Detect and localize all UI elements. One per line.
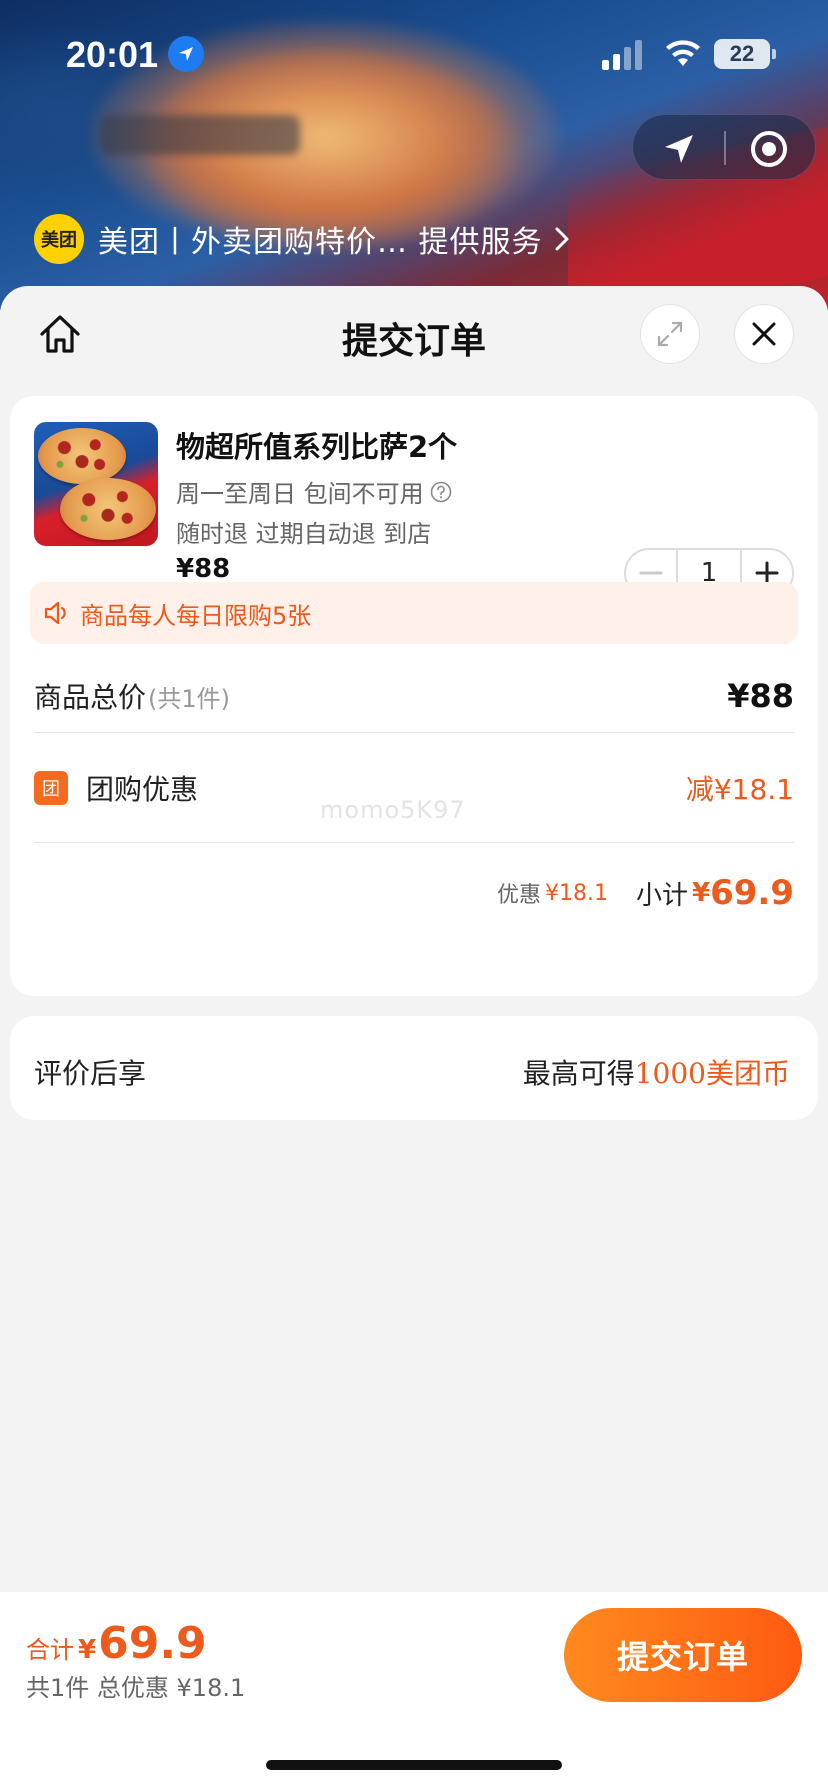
subtotal-row: 优惠 ¥18.1 小计 ¥ 69.9 [34, 856, 794, 930]
battery-level: 22 [729, 41, 755, 66]
saved-label: 优惠 [497, 883, 542, 908]
speaker-icon [44, 601, 66, 625]
subtotal-label: 小计 [636, 880, 689, 911]
chevron-right-icon [555, 227, 569, 251]
review-label: 评价后享 [34, 1057, 147, 1090]
page-title: 提交订单 [341, 321, 486, 362]
group-discount-value: 减¥18.1 [685, 773, 794, 806]
goods-total-row: 商品总价 (共1件) ¥88 [34, 660, 794, 732]
review-reward-card[interactable]: 评价后享 最高可得 1000美团币 [10, 1016, 818, 1120]
group-buy-badge: 团 [34, 771, 68, 805]
battery-icon: 22 [714, 39, 776, 69]
order-sheet: 提交订单 物超所值系列比萨2个 周一至周日 包间不可用 随时退 过期自动退 到店… [0, 286, 828, 1792]
service-provider-link[interactable]: 美团 美团丨外卖团购特价… 提供服务 [34, 214, 571, 264]
divider [34, 732, 794, 733]
review-reward-coins: 1000美团币 [634, 1057, 790, 1090]
goods-count: (共1件) [148, 684, 231, 713]
status-time: 20:01 [66, 34, 159, 75]
subtotal-value: 69.9 [710, 873, 794, 913]
notice-text: 商品每人每日限购5张 [80, 601, 312, 630]
product-usage-text: 周一至周日 包间不可用 [176, 480, 424, 508]
expand-icon [657, 321, 683, 347]
meituan-logo: 美团 [34, 214, 84, 264]
subtotal-currency: ¥ [692, 878, 711, 908]
order-total-currency: ¥ [78, 1635, 97, 1665]
locate-icon[interactable] [749, 129, 789, 169]
order-total-value: 69.9 [98, 1618, 207, 1669]
group-discount-label: 团购优惠 [86, 773, 199, 806]
review-reward: 最高可得 1000美团币 [523, 1052, 790, 1092]
help-icon[interactable] [430, 481, 452, 503]
map-controls [632, 114, 816, 180]
goods-total-label: 商品总价 [34, 681, 147, 714]
product-image [34, 422, 158, 546]
pizza-image-2 [60, 478, 156, 540]
product-usage-info: 周一至周日 包间不可用 [176, 474, 452, 509]
order-total-summary: 共1件 总优惠 ¥18.1 [26, 1674, 246, 1702]
close-icon [752, 322, 776, 346]
review-reward-prefix: 最高可得 [522, 1057, 635, 1090]
sheet-header: 提交订单 [0, 286, 828, 394]
pizza-image-1 [38, 428, 126, 484]
goods-total-value: ¥88 [727, 677, 794, 715]
provider-text: 美团丨外卖团购特价… 提供服务 [98, 225, 543, 260]
saved-value: ¥18.1 [545, 880, 608, 906]
product-price: ¥88 [176, 554, 231, 584]
home-indicator [266, 1760, 562, 1770]
signal-icon [602, 40, 642, 70]
divider [34, 842, 794, 843]
watermark: momo5K97 [320, 796, 466, 824]
wifi-icon [666, 40, 700, 66]
map-controls-divider [724, 131, 726, 165]
purchase-limit-notice: 商品每人每日限购5张 [30, 582, 798, 644]
product-name: 物超所值系列比萨2个 [176, 430, 458, 464]
background-label-blur [100, 115, 300, 155]
expand-button[interactable] [640, 304, 700, 364]
order-total: 合计 ¥ 69.9 [26, 1618, 207, 1669]
submit-order-button[interactable]: 提交订单 [564, 1608, 802, 1702]
product-refund-info: 随时退 过期自动退 到店 [176, 520, 432, 548]
close-button[interactable] [734, 304, 794, 364]
order-total-label: 合计 [26, 1636, 74, 1664]
status-bar: 20:01 22 [0, 0, 828, 100]
order-card: 物超所值系列比萨2个 周一至周日 包间不可用 随时退 过期自动退 到店 ¥88 … [10, 396, 818, 996]
navigate-icon[interactable] [659, 129, 699, 169]
location-arrow-icon [168, 36, 204, 72]
